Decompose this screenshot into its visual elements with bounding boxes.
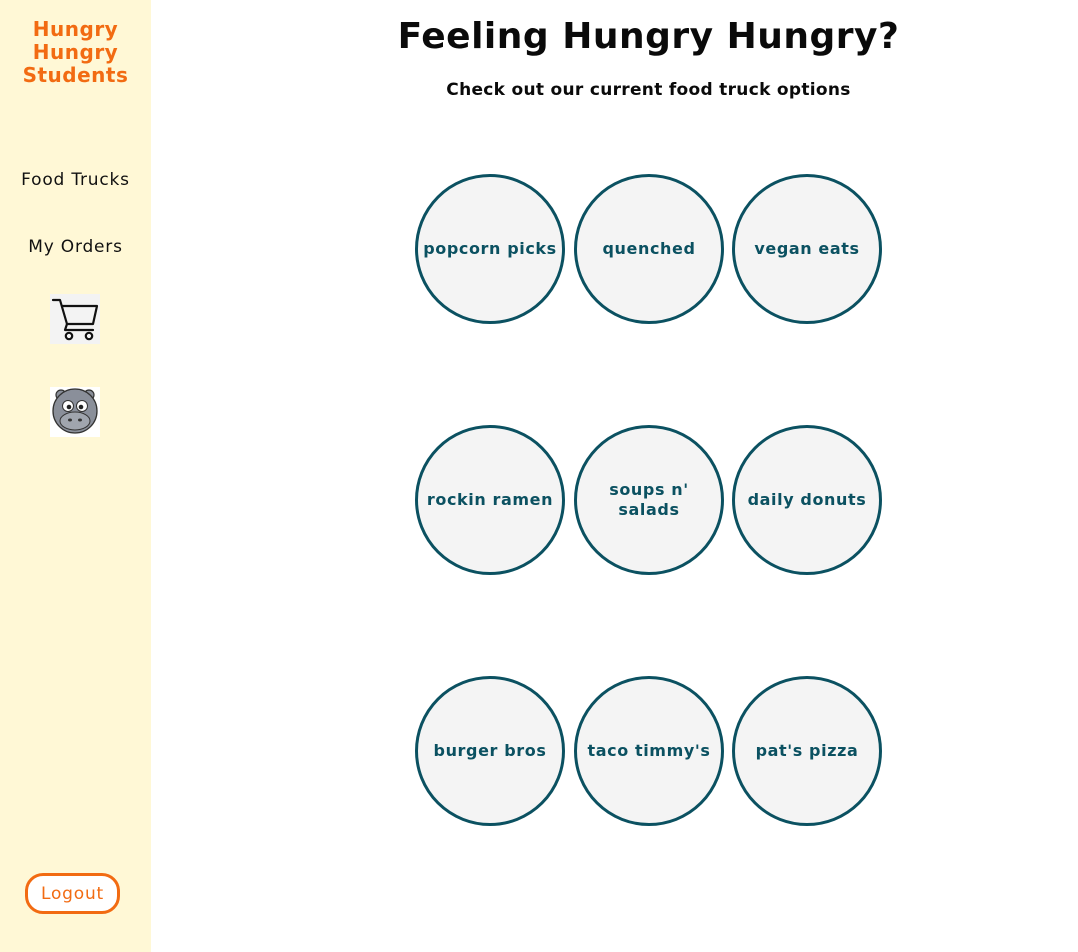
food-truck-daily-donuts[interactable]: daily donuts [732, 425, 882, 575]
nav-my-orders[interactable]: My Orders [0, 237, 151, 257]
sidebar: Hungry Hungry Students Food Trucks My Or… [0, 0, 151, 952]
page-subtitle: Check out our current food truck options [446, 80, 851, 100]
nav-food-trucks[interactable]: Food Trucks [0, 170, 151, 190]
food-truck-popcorn-picks[interactable]: popcorn picks [415, 174, 565, 324]
shopping-cart-icon[interactable] [50, 294, 100, 344]
brand-logo[interactable]: Hungry Hungry Students [0, 18, 151, 87]
food-truck-soups-n-salads[interactable]: soups n' salads [574, 425, 724, 575]
food-truck-pats-pizza[interactable]: pat's pizza [732, 676, 882, 826]
brand-line-1: Hungry [32, 17, 119, 41]
food-truck-quenched[interactable]: quenched [574, 174, 724, 324]
food-truck-taco-timmys[interactable]: taco timmy's [574, 676, 724, 826]
brand-line-3: Students [22, 63, 129, 87]
hippo-avatar-icon[interactable] [50, 387, 100, 437]
food-truck-burger-bros[interactable]: burger bros [415, 676, 565, 826]
brand-line-2: Hungry [32, 40, 119, 64]
food-truck-rockin-ramen[interactable]: rockin ramen [415, 425, 565, 575]
page-title: Feeling Hungry Hungry? [397, 16, 900, 57]
food-truck-vegan-eats[interactable]: vegan eats [732, 174, 882, 324]
logout-button[interactable]: Logout [25, 873, 120, 914]
